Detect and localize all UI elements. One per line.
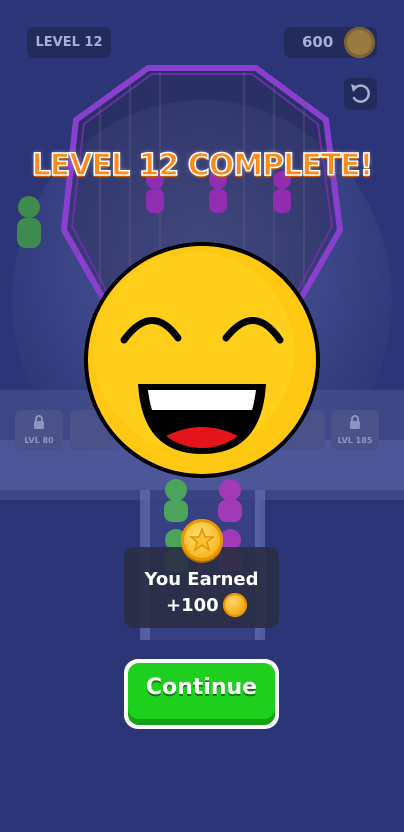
level-indicator: LEVEL 12 (27, 27, 111, 58)
restart-icon (351, 84, 370, 103)
coin-icon (344, 27, 375, 58)
small-coin-icon (223, 593, 247, 617)
locked-area-lvl-185: LVL 185 (331, 410, 379, 450)
coin-counter: 600 (284, 27, 377, 58)
gold-coin-icon (181, 519, 223, 561)
level-complete-title: LEVEL 12 COMPLETE! (31, 147, 374, 184)
lock-label: LVL 80 (24, 436, 54, 445)
coin-count: 600 (302, 33, 334, 51)
lock-icon (350, 415, 360, 429)
earned-label: You Earned (144, 569, 259, 590)
restart-button[interactable] (344, 78, 377, 110)
continue-label: Continue (145, 675, 258, 700)
continue-button[interactable]: Continue (124, 659, 279, 729)
lock-icon (34, 415, 44, 429)
star-icon (188, 526, 216, 552)
locked-area-lvl-80: LVL 80 (15, 410, 63, 450)
earned-amount: +100 (166, 595, 219, 616)
laughing-emoji-icon (84, 242, 320, 478)
lock-label: LVL 185 (337, 436, 373, 445)
